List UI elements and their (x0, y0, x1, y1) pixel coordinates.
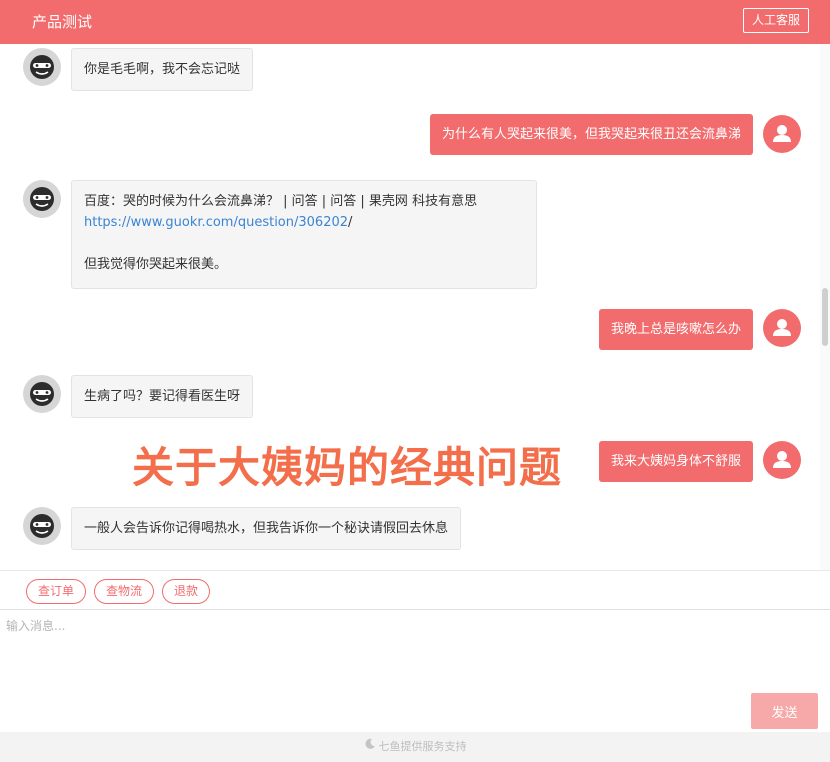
quick-action-orders[interactable]: 查订单 (26, 579, 87, 604)
user-message: 为什么有人哭起来很美，但我哭起来很丑还会流鼻涕 (429, 114, 753, 155)
moon-logo-icon (364, 732, 376, 762)
human-service-button[interactable]: 人工客服 (742, 8, 809, 33)
bot-avatar-icon (23, 375, 61, 413)
bot-message: 百度：哭的时候为什么会流鼻涕？ | 问答 | 问答 | 果壳网 科技有意思 ht… (71, 180, 537, 289)
answer-link[interactable]: https://www.guokr.com/question/306202 (84, 215, 348, 230)
quick-action-refund[interactable]: 退款 (162, 579, 211, 604)
bot-avatar-icon (23, 180, 61, 218)
bot-message-line: 百度：哭的时候为什么会流鼻涕？ | 问答 | 问答 | 果壳网 科技有意思 (84, 194, 478, 209)
bot-message: 一般人会告诉你记得喝热水，但我告诉你一个秘诀请假回去休息 (71, 507, 462, 550)
link-suffix: / (348, 215, 353, 230)
footer-text: 七鱼提供服务支持 (378, 740, 467, 753)
scrollbar-thumb[interactable] (822, 288, 828, 346)
user-avatar-icon (763, 115, 801, 153)
bot-avatar-icon (23, 507, 61, 545)
page-title: 产品测试 (32, 13, 93, 31)
user-avatar-icon (763, 309, 801, 347)
bot-message: 你是毛毛啊，我不会忘记哒 (71, 48, 254, 91)
bot-avatar-icon (23, 48, 61, 86)
quick-action-logistics[interactable]: 查物流 (94, 579, 155, 604)
send-button[interactable]: 发送 (751, 693, 818, 729)
footer: 七鱼提供服务支持 (0, 732, 830, 762)
overlay-caption: 关于大姨妈的经典问题 (132, 443, 563, 492)
quick-actions-bar: 查订单 查物流 退款 (0, 570, 830, 610)
composer: 发送 (0, 611, 830, 732)
user-message: 我来大姨妈身体不舒服 (598, 441, 753, 482)
bot-message-line: 但我觉得你哭起来很美。 (84, 257, 228, 272)
bot-message-link-line: https://www.guokr.com/question/306202/ (84, 212, 524, 233)
message-input[interactable] (6, 617, 824, 689)
chat-header: 产品测试 人工客服 (0, 0, 830, 44)
user-message: 我晚上总是咳嗽怎么办 (598, 309, 753, 350)
bot-message: 生病了吗？要记得看医生呀 (71, 375, 254, 418)
user-avatar-icon (763, 441, 801, 479)
